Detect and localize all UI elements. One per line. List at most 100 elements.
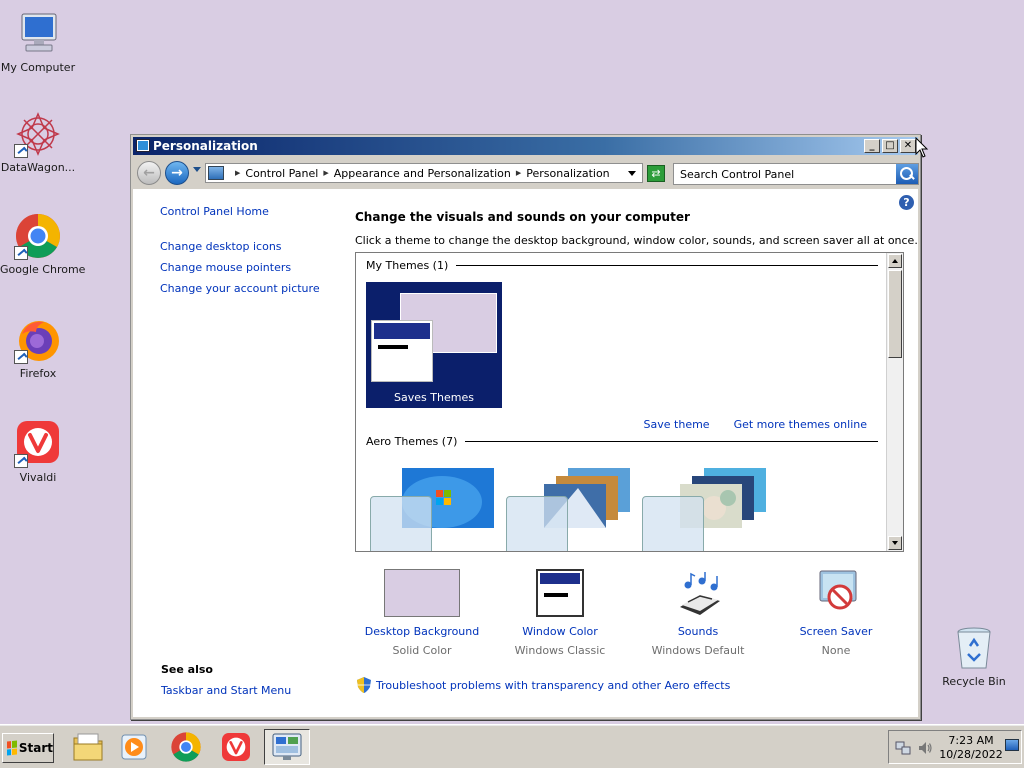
window-color-value: Windows Classic [514,644,606,657]
sounds-setting[interactable]: Sounds Windows Default [633,569,763,657]
see-also-heading: See also [161,663,213,676]
screen-saver-icon [819,570,857,610]
taskbar-personalization-window[interactable] [264,729,310,765]
forward-button[interactable]: → [165,161,189,185]
themes-scrollbar[interactable] [886,253,903,551]
desktop-background-setting[interactable]: Desktop Background Solid Color [357,569,487,657]
scroll-thumb[interactable] [888,270,902,358]
minimize-button[interactable]: _ [864,139,880,153]
taskbar-chrome[interactable] [166,729,206,765]
window-color-link[interactable]: Window Color [495,625,625,638]
theme-tile-saves-themes[interactable]: Saves Themes [366,282,502,408]
troubleshoot-row[interactable]: Troubleshoot problems with transparency … [357,677,730,693]
theme-links: Save theme Get more themes online [644,418,867,431]
back-button[interactable]: ← [137,161,161,185]
sounds-link[interactable]: Sounds [633,625,763,638]
help-icon[interactable]: ? [899,195,914,210]
taskbar-media-player[interactable] [114,729,154,765]
window-color-icon [536,569,584,617]
address-dropdown-icon[interactable] [628,170,636,176]
recent-pages-dropdown-icon[interactable] [193,167,201,172]
desktop-icon-label: DataWagon... [0,161,76,174]
taskbar-vivaldi[interactable] [216,729,256,765]
window-color-setting[interactable]: Window Color Windows Classic [495,569,625,657]
screen-saver-link[interactable]: Screen Saver [771,625,901,638]
screen-saver-setting[interactable]: Screen Saver None [771,569,901,657]
desktop-background-value: Solid Color [392,644,452,657]
start-button[interactable]: Start [2,733,54,763]
address-bar: ← → ▶ Control Panel ▶ Appearance and Per… [133,157,919,187]
refresh-button[interactable]: ⇄ [647,165,665,182]
shortcut-arrow-icon [14,246,28,260]
taskbar-start-menu-link[interactable]: Taskbar and Start Menu [161,684,291,697]
breadcrumb[interactable]: ▶ Control Panel ▶ Appearance and Persona… [205,163,643,183]
maximize-button[interactable]: □ [882,139,898,153]
control-panel-home-link[interactable]: Control Panel Home [160,205,340,218]
control-panel-icon [208,166,224,180]
theme-glass-preview [506,496,568,551]
start-label: Start [18,741,53,755]
change-account-picture-link[interactable]: Change your account picture [160,282,340,295]
clock-date: 10/28/2022 [939,748,1003,761]
desktop-icon-chrome[interactable]: Google Chrome [0,212,86,276]
desktop-icon-my-computer[interactable]: My Computer [0,10,76,74]
save-theme-link[interactable]: Save theme [644,418,710,431]
theme-tile-characters[interactable] [642,458,766,551]
vivaldi-icon [222,733,250,761]
volume-icon[interactable] [917,740,933,756]
search-input[interactable] [674,164,892,184]
breadcrumb-chevron-icon[interactable]: ▶ [235,169,240,177]
taskbar: Start 7:23 AM 10/28/2022 [0,724,1024,768]
search-icon[interactable] [896,164,918,184]
windows-logo-icon [7,740,17,756]
scroll-up-button[interactable] [888,254,902,268]
firefox-icon [14,316,62,364]
change-mouse-pointers-link[interactable]: Change mouse pointers [160,261,340,274]
breadcrumb-appearance[interactable]: Appearance and Personalization [334,167,511,180]
breadcrumb-chevron-icon[interactable]: ▶ [323,169,328,177]
taskbar-file-explorer[interactable] [68,729,108,765]
breadcrumb-chevron-icon[interactable]: ▶ [516,169,521,177]
desktop-icon-label: Firefox [19,367,57,380]
control-panel-icon [272,733,302,760]
breadcrumb-control-panel[interactable]: Control Panel [245,167,318,180]
desktop-icon-label: My Computer [0,61,76,74]
shortcut-arrow-icon [14,350,28,364]
personalization-window[interactable]: Personalization _ □ ✕ ← → ▶ Control Pane… [130,134,921,720]
desktop-icon-firefox[interactable]: Firefox [0,316,76,380]
sounds-value: Windows Default [651,644,745,657]
close-button[interactable]: ✕ [900,139,916,153]
title-bar[interactable]: Personalization _ □ ✕ [133,137,918,155]
desktop-icon-vivaldi[interactable]: Vivaldi [0,420,76,484]
theme-preview-window [371,320,433,382]
chrome-icon [171,732,201,762]
desktop-background-icon [384,569,460,617]
clock-time: 7:23 AM [948,734,994,747]
breadcrumb-personalization[interactable]: Personalization [526,167,609,180]
get-more-themes-link[interactable]: Get more themes online [734,418,867,431]
divider [456,265,878,266]
change-desktop-icons-link[interactable]: Change desktop icons [160,240,340,253]
see-also-section: See also Taskbar and Start Menu [161,663,291,697]
left-pane: Control Panel Home Change desktop icons … [160,205,340,303]
theme-name: Saves Themes [394,391,474,404]
chrome-icon [14,212,62,260]
recycle-bin-icon [950,624,998,672]
my-computer-icon [14,10,62,58]
desktop-icon-recycle-bin[interactable]: Recycle Bin [936,624,1012,688]
desktop-icon-datawagon[interactable]: DataWagon... [0,110,76,174]
desktop-icon-label: Google Chrome [0,263,86,276]
window-title: Personalization [153,139,258,153]
screen-saver-value: None [821,644,851,657]
clock[interactable]: 7:23 AM 10/28/2022 [939,734,1003,762]
desktop-background-link[interactable]: Desktop Background [357,625,487,638]
divider [465,441,878,442]
troubleshoot-link[interactable]: Troubleshoot problems with transparency … [376,679,730,692]
page-title: Change the visuals and sounds on your co… [355,210,690,224]
scroll-down-button[interactable] [888,536,902,550]
theme-tile-windows-7[interactable] [370,458,494,551]
show-desktop-icon[interactable] [1005,739,1019,751]
themes-list[interactable]: My Themes (1) Saves Themes Save theme Ge… [355,252,904,552]
theme-tile-architecture[interactable] [506,458,630,551]
network-icon[interactable] [895,740,911,756]
